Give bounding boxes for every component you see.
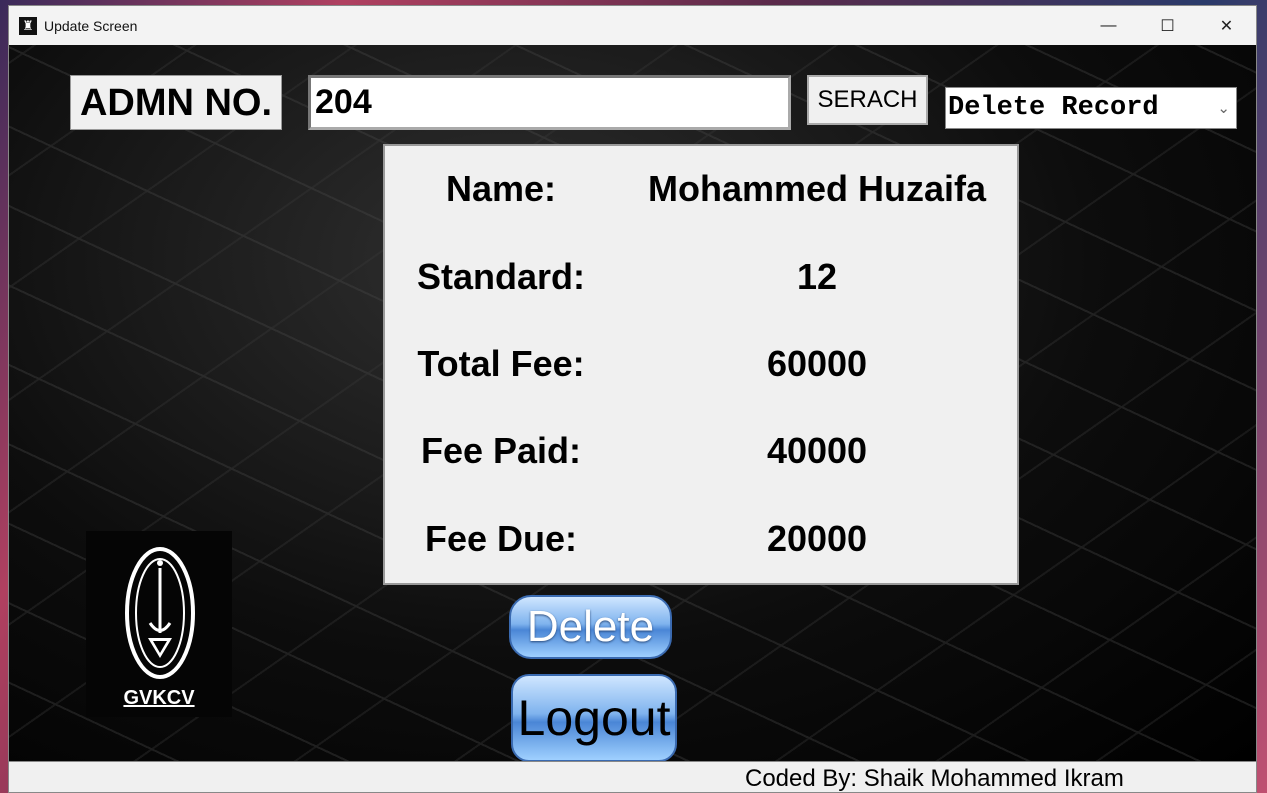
standard-label: Standard: [416,256,585,297]
record-row-fee-due: Fee Due: 20000 [385,518,1017,578]
admission-number-input[interactable]: 204 [308,75,791,130]
admission-number-label: ADMN NO. [70,75,282,130]
record-details-panel: Name: Mohammed Huzaifa Standard: 12 Tota… [383,144,1019,585]
name-value: Mohammed Huzaifa [647,168,987,209]
record-row-name: Name: Mohammed Huzaifa [385,168,1017,228]
school-logo: GVKCV [86,531,232,717]
name-label: Name: [445,168,557,209]
emblem-icon [125,547,195,679]
fee-paid-value: 40000 [766,430,868,471]
maximize-button[interactable]: ☐ [1138,6,1197,45]
app-icon: ♜ [19,16,37,35]
close-button[interactable]: ✕ [1197,6,1256,45]
record-row-total-fee: Total Fee: 60000 [385,343,1017,403]
app-window: ♜ Update Screen — ☐ ✕ ADMN NO. 204 SERAC… [8,5,1257,793]
fee-paid-label: Fee Paid: [420,430,582,471]
status-bar: Coded By: Shaik Mohammed Ikram [9,761,1256,792]
main-content: ADMN NO. 204 SERACH Delete Record ⌄ Name… [9,45,1256,761]
search-button[interactable]: SERACH [807,75,928,125]
standard-value: 12 [796,256,838,297]
logo-caption: GVKCV [123,687,195,709]
mode-dropdown-value: Delete Record [948,93,1159,123]
record-row-standard: Standard: 12 [385,256,1017,316]
author-credit: Coded By: Shaik Mohammed Ikram [745,765,1124,792]
delete-button[interactable]: Delete [509,595,672,659]
window-title: Update Screen [44,17,138,34]
total-fee-label: Total Fee: [417,343,585,384]
fee-due-label: Fee Due: [424,518,578,559]
chevron-down-icon: ⌄ [1217,99,1230,117]
minimize-button[interactable]: — [1079,6,1138,45]
mode-dropdown[interactable]: Delete Record ⌄ [945,87,1237,129]
fee-due-value: 20000 [766,518,868,559]
title-bar[interactable]: ♜ Update Screen — ☐ ✕ [9,6,1256,45]
window-controls: — ☐ ✕ [1079,6,1256,45]
record-row-fee-paid: Fee Paid: 40000 [385,430,1017,490]
logout-button[interactable]: Logout [511,674,677,761]
total-fee-value: 60000 [766,343,868,384]
